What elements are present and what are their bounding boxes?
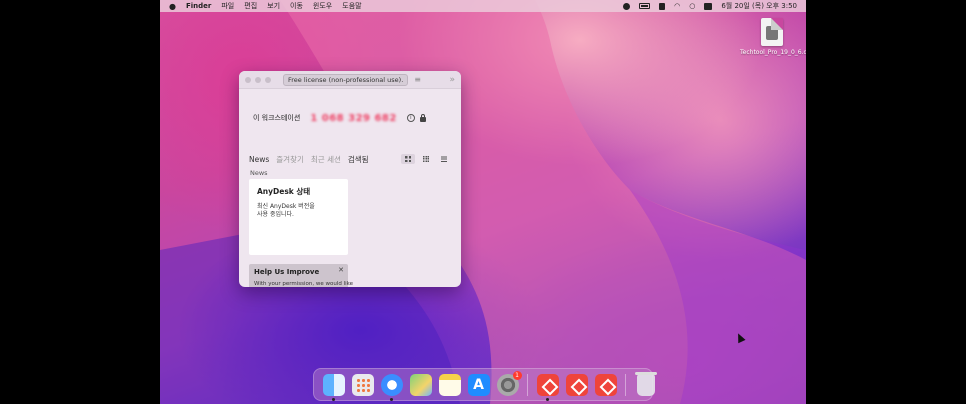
status-card-title: AnyDesk 상태: [257, 187, 311, 196]
mouse-cursor-icon: [734, 331, 746, 344]
zoom-window-button[interactable]: [265, 76, 271, 83]
list-view-icon[interactable]: [437, 154, 451, 164]
dmg-file-icon: [761, 18, 783, 46]
desktop: ● Finder 파일 편집 보기 이동 윈도우 도움말 ◠ ○ 6월 20일 …: [160, 0, 806, 404]
status-icon[interactable]: [623, 2, 631, 10]
menu-edit[interactable]: 편집: [244, 1, 257, 11]
desktop-file-dmg[interactable]: Techtool_Pro_19_0_6.dmg: [740, 18, 806, 56]
small-grid-view-icon[interactable]: [419, 154, 433, 164]
search-icon[interactable]: ○: [689, 2, 695, 10]
dock-finder-icon[interactable]: [322, 373, 345, 401]
minimize-window-button[interactable]: [255, 76, 261, 83]
dock-trash-icon[interactable]: [635, 371, 657, 396]
control-center-icon[interactable]: [704, 2, 713, 10]
close-icon[interactable]: ✕: [338, 266, 344, 274]
menu-bar: ● Finder 파일 편집 보기 이동 윈도우 도움말 ◠ ○ 6월 20일 …: [160, 0, 806, 12]
info-icon[interactable]: i: [406, 114, 415, 122]
workstation-id[interactable]: 1 068 329 682: [310, 113, 397, 124]
menu-clock[interactable]: 6월 20일 (목) 오후 3:50: [721, 1, 797, 11]
workstation-row: 이 워크스테이션 1 068 329 682 i: [253, 111, 447, 125]
help-improve-body: With your permission, we would like: [254, 281, 354, 287]
dock-separator: [527, 373, 528, 396]
section-label: News: [250, 169, 268, 177]
menu-help[interactable]: 도움말: [342, 1, 361, 11]
dock-safari-icon[interactable]: [380, 373, 403, 401]
dock-launchpad-icon[interactable]: [351, 373, 374, 396]
menu-window[interactable]: 윈도우: [313, 1, 332, 11]
tab-recent-sessions[interactable]: 최근 세션: [311, 154, 341, 165]
menu-go[interactable]: 이동: [290, 1, 303, 11]
dock-app-store-icon[interactable]: A: [467, 373, 490, 396]
tab-searched[interactable]: 검색됨: [348, 154, 369, 165]
status-card-body: 최신 AnyDesk 버전을 사용 중입니다.: [257, 203, 315, 218]
grid-view-icon[interactable]: [401, 154, 415, 164]
dock: A 1: [313, 368, 657, 401]
license-badge[interactable]: Free license (non-professional use).: [283, 73, 409, 86]
dock-maps-icon[interactable]: [409, 373, 432, 396]
settings-badge: 1: [512, 370, 522, 380]
tab-favorites[interactable]: 즐겨찾기: [276, 154, 304, 165]
dock-anydesk-icon-2[interactable]: [565, 373, 588, 396]
apple-menu-icon[interactable]: ●: [169, 2, 176, 11]
dock-notes-icon[interactable]: [438, 373, 461, 396]
window-titlebar[interactable]: Free license (non-professional use). ≡ »: [239, 71, 461, 89]
input-method-icon[interactable]: [659, 2, 666, 10]
workstation-label: 이 워크스테이션: [253, 114, 301, 122]
help-improve-title: Help Us Improve: [254, 268, 320, 276]
anydesk-window: Free license (non-professional use). ≡ »…: [239, 71, 461, 287]
tab-news[interactable]: News: [249, 155, 269, 164]
wifi-icon[interactable]: ◠: [674, 2, 680, 10]
expand-icon[interactable]: »: [449, 75, 455, 85]
dock-system-settings-icon[interactable]: 1: [496, 370, 522, 396]
lock-icon[interactable]: [419, 113, 426, 122]
view-toggles: [401, 154, 451, 164]
tab-bar: News 즐겨찾기 최근 세션 검색됨: [249, 153, 451, 165]
dock-separator-2: [625, 373, 626, 396]
battery-icon[interactable]: [639, 3, 651, 9]
desktop-file-name: Techtool_Pro_19_0_6.dmg: [740, 49, 806, 56]
dock-anydesk-icon-3[interactable]: [594, 373, 617, 396]
hamburger-menu-icon[interactable]: ≡: [414, 75, 421, 84]
close-window-button[interactable]: [245, 76, 251, 83]
help-improve-card[interactable]: Help Us Improve With your permission, we…: [249, 264, 354, 287]
menu-view[interactable]: 보기: [267, 1, 280, 11]
status-card[interactable]: AnyDesk 상태 최신 AnyDesk 버전을 사용 중입니다.: [249, 179, 348, 255]
menu-app-name[interactable]: Finder: [186, 2, 211, 10]
dock-anydesk-icon[interactable]: [536, 373, 559, 401]
menu-file[interactable]: 파일: [221, 1, 234, 11]
